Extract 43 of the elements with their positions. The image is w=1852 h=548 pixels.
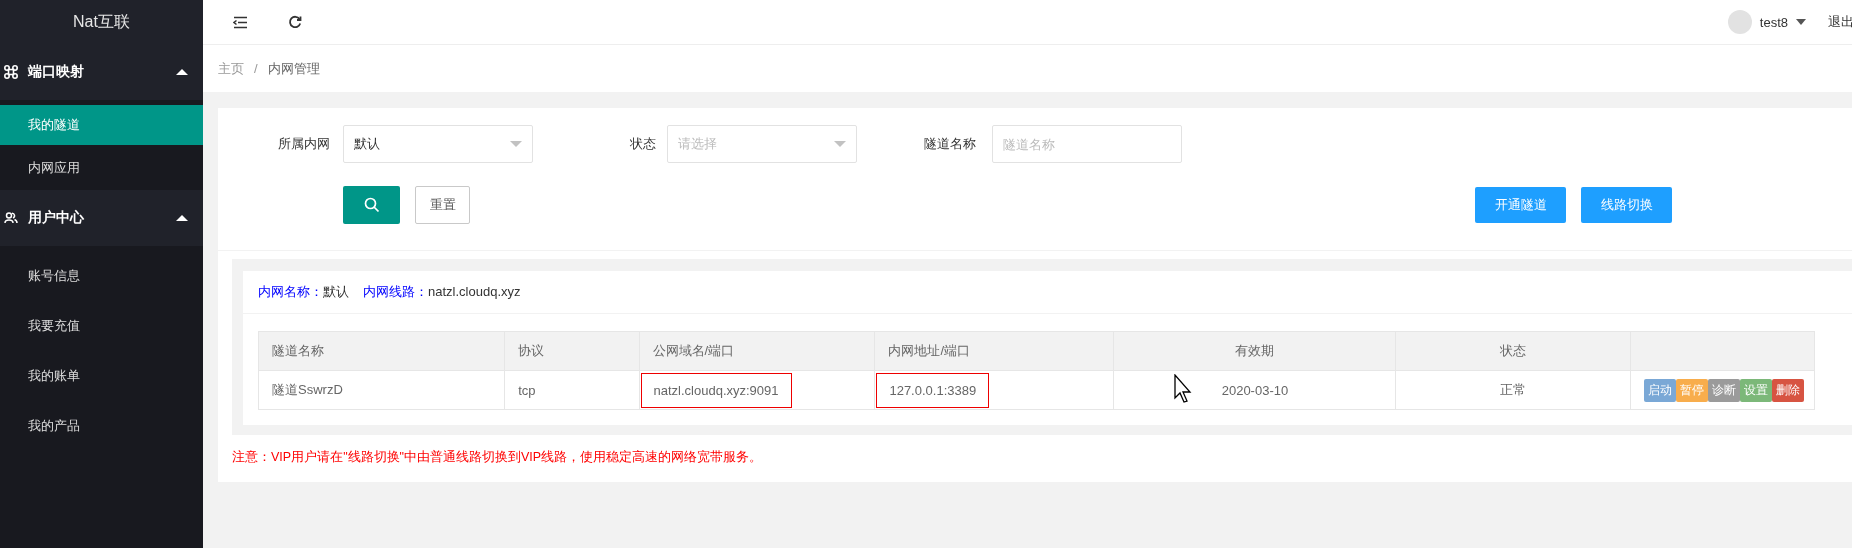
network-name-text: 内网名称：默认 [258, 283, 349, 301]
logout-link[interactable]: 退出 [1828, 13, 1852, 31]
column-header: 隧道名称 [258, 331, 505, 371]
network-line-text: 内网线路：natzl.cloudq.xyz [363, 283, 521, 301]
sidebar-item[interactable]: 我要充值 [0, 301, 203, 351]
table-cell: 正常 [1395, 370, 1631, 410]
highlighted-cell-text: 127.0.0.1:3389 [876, 372, 990, 408]
caret-icon [176, 69, 188, 75]
table-cell: tcp [504, 370, 639, 410]
column-header: 状态 [1395, 331, 1631, 371]
search-icon [363, 197, 380, 213]
logo-text: Nat互联 [0, 0, 203, 44]
sidebar-item[interactable]: 我的账单 [0, 351, 203, 401]
sidebar-group-header[interactable]: 用户中心 [0, 190, 203, 246]
notice-text: 注意：VIP用户请在"线路切换"中由普通线路切换到VIP线路，使用稳定高速的网络宽带服务。 [231, 449, 764, 466]
breadcrumb-separator: / [254, 61, 258, 76]
sidebar-item[interactable]: 账号信息 [0, 251, 203, 301]
filter-label: 所属内网 [277, 135, 330, 153]
sidebar-item[interactable]: 我的产品 [0, 401, 203, 451]
column-header: 有效期 [1113, 331, 1396, 371]
filter-label: 隧道名称 [923, 135, 976, 153]
command-icon [4, 65, 18, 79]
users-icon [4, 212, 18, 224]
filter-label: 状态 [629, 135, 656, 153]
row-action-button[interactable]: 删除 [1772, 378, 1805, 402]
column-header: 内网地址/端口 [874, 331, 1114, 371]
highlighted-cell-text: natzl.cloudq.xyz:9091 [640, 372, 792, 408]
username[interactable]: test8 [1759, 14, 1788, 30]
reset-button[interactable]: 重置 [415, 186, 470, 224]
column-header: 公网域名/端口 [639, 331, 875, 371]
sidebar-group-header[interactable]: 端口映射 [0, 44, 203, 100]
menu-icon[interactable] [233, 15, 248, 29]
input-field[interactable]: 隧道名称 [992, 125, 1182, 163]
column-header: 协议 [504, 331, 639, 371]
sidebar-item[interactable]: 内网应用 [0, 145, 203, 190]
caret-icon [176, 215, 188, 221]
caret-icon [1796, 19, 1806, 25]
refresh-icon[interactable] [288, 15, 302, 29]
mouse-cursor-icon [1174, 374, 1194, 404]
table-cell: 隧道SswrzD [258, 370, 505, 410]
breadcrumb-item: 内网管理 [267, 59, 320, 78]
select-field[interactable]: 默认 [343, 125, 533, 163]
sidebar-item[interactable]: 我的隧道 [0, 105, 203, 145]
